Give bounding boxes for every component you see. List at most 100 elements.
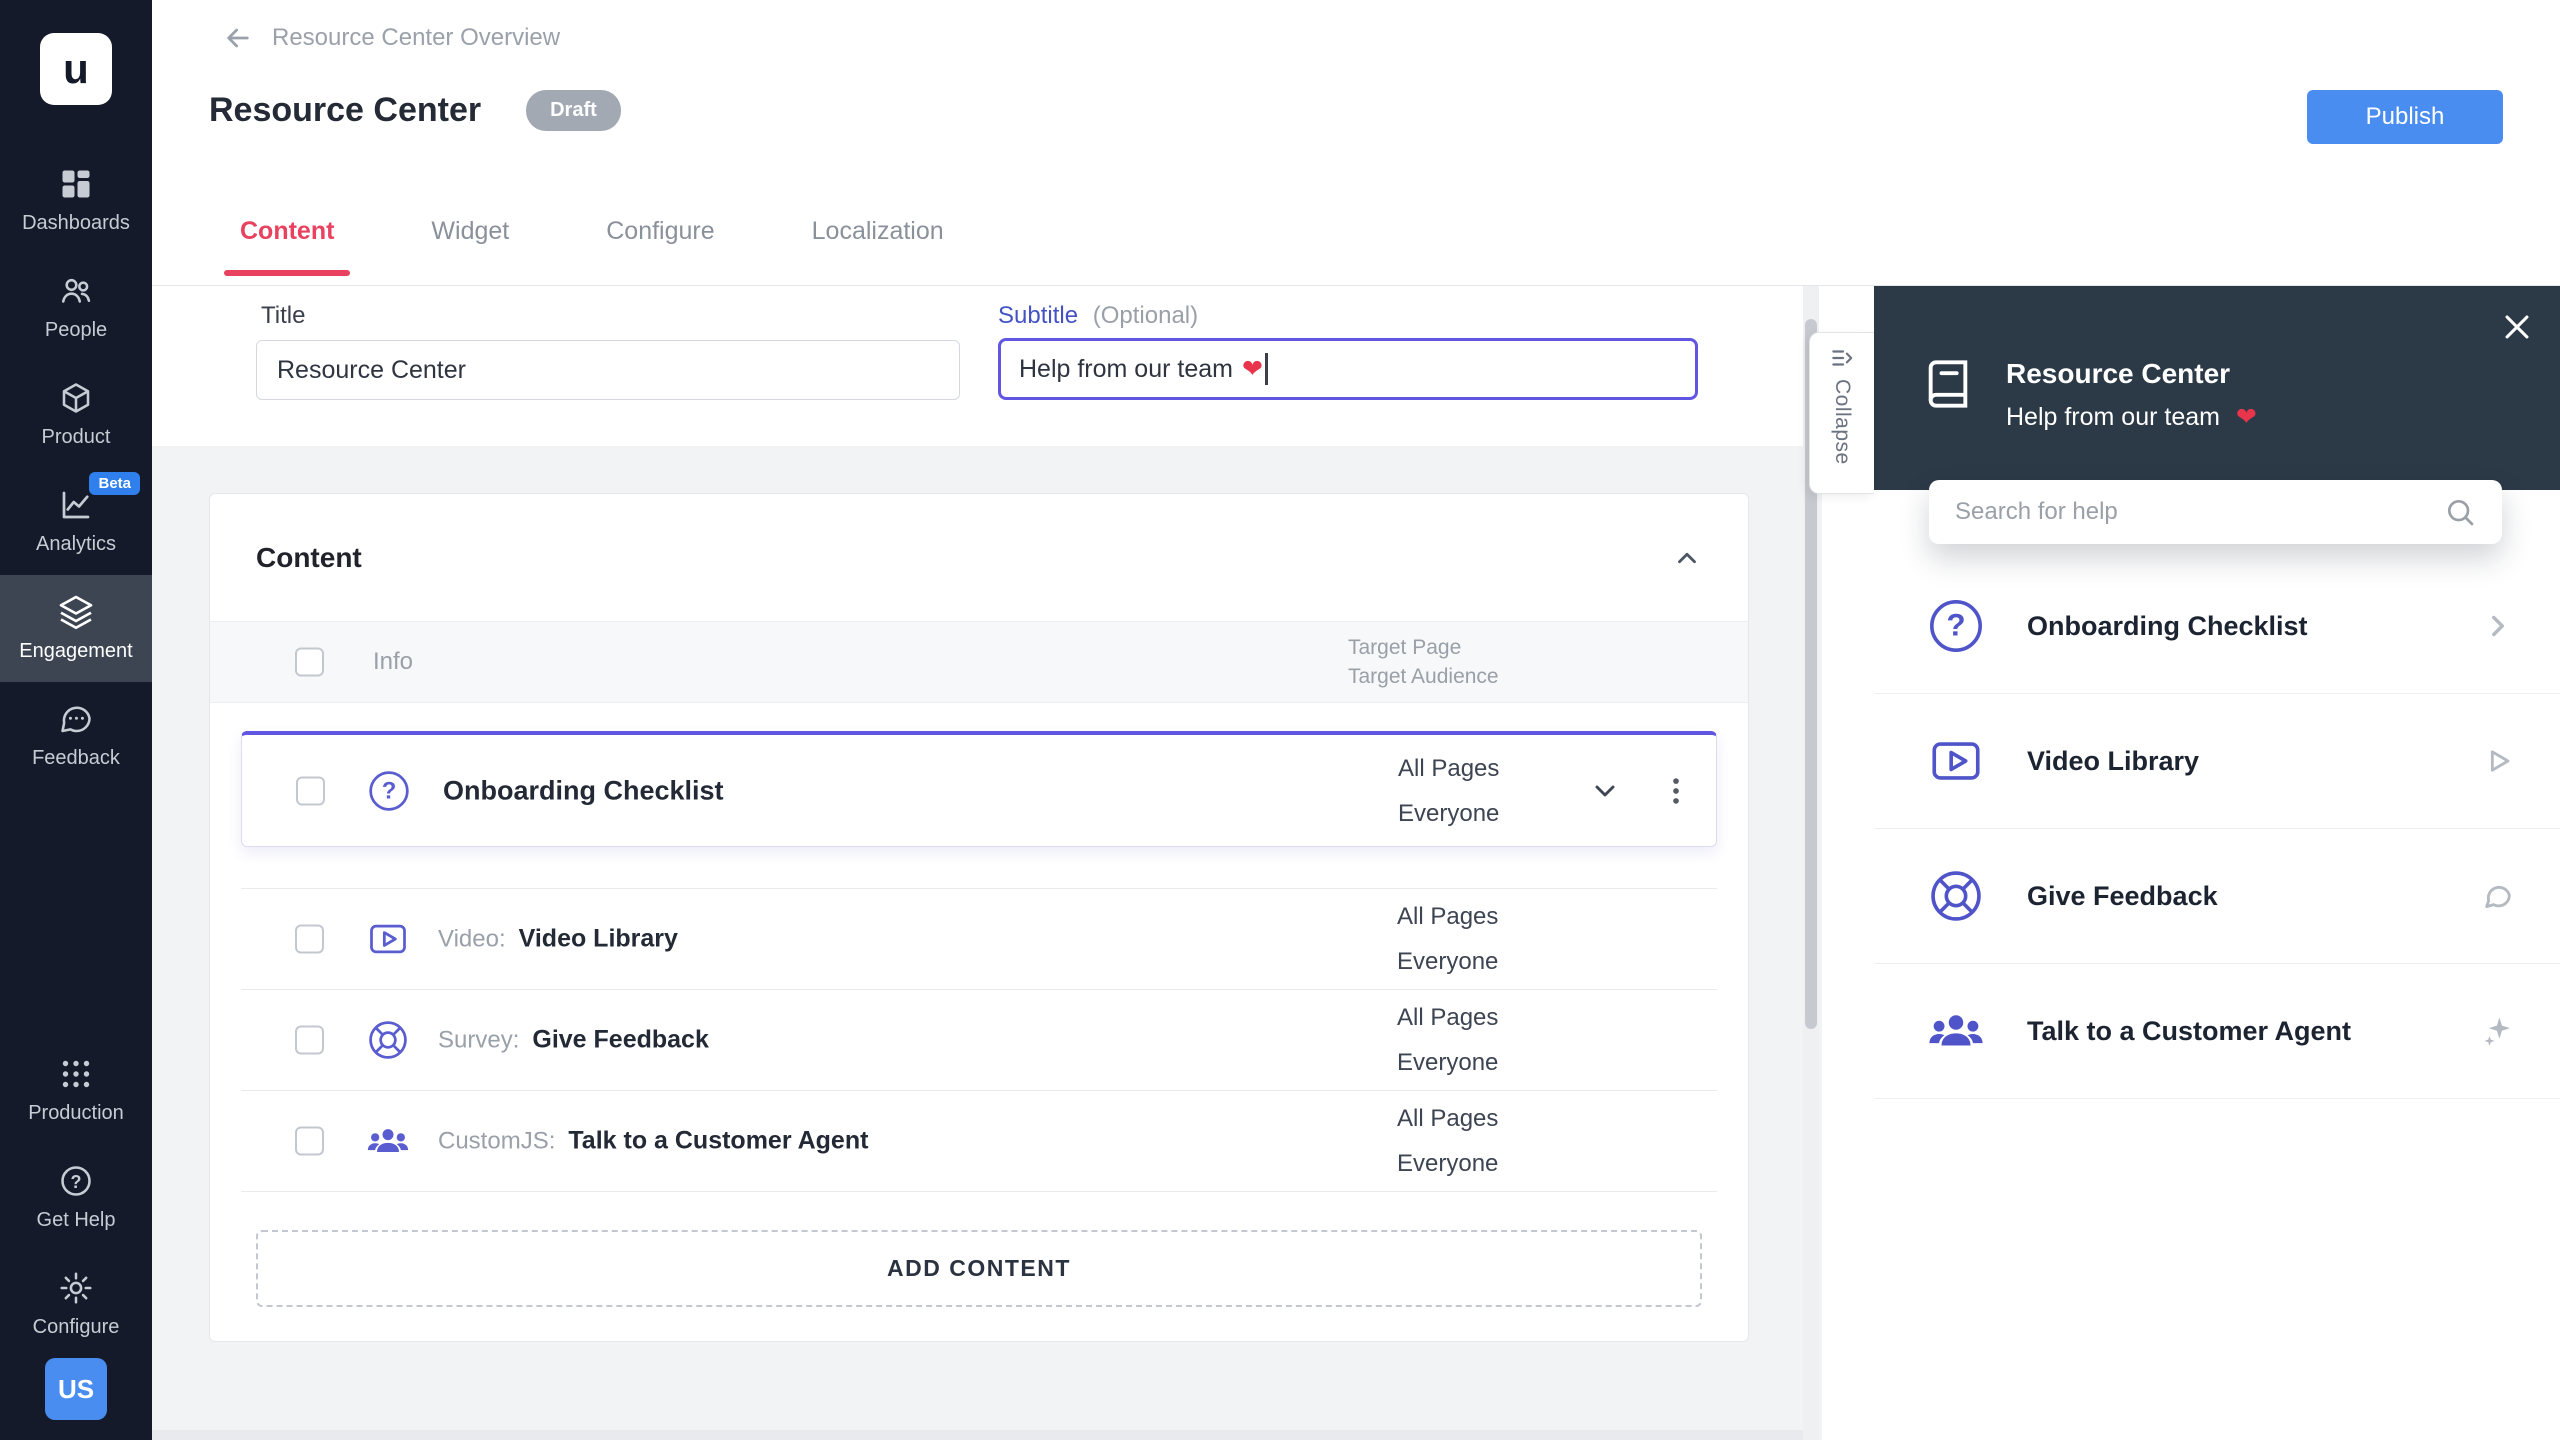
preview-subtitle: Help from our team ❤ <box>2006 402 2257 432</box>
title-input[interactable] <box>256 340 960 400</box>
main-content: Title Subtitle (Optional) Help from our … <box>152 286 1822 1440</box>
userpilot-logo[interactable]: u <box>40 33 112 105</box>
chevron-up-icon[interactable] <box>1672 543 1702 573</box>
play-icon <box>2481 744 2515 778</box>
chevron-down-icon[interactable] <box>1589 775 1621 807</box>
row-target-audience: Everyone <box>1397 1040 1498 1085</box>
column-header-target-page: Target Page <box>1348 633 1499 662</box>
sidebar-item-product[interactable]: Product <box>0 361 152 468</box>
sidebar-item-dashboards[interactable]: Dashboards <box>0 147 152 254</box>
row-target: All Pages Everyone <box>1397 995 1498 1085</box>
column-header-info: Info <box>373 648 413 676</box>
sidebar-item-label: People <box>45 319 107 342</box>
sidebar-item-label: Engagement <box>19 640 132 663</box>
back-arrow-icon[interactable] <box>222 22 254 54</box>
preview-item-video-library[interactable]: Video Library <box>1874 694 2560 829</box>
row-type-label: Survey: <box>438 1027 519 1055</box>
subtitle-optional-label: (Optional) <box>1093 302 1198 329</box>
row-name: Video Library <box>519 925 678 954</box>
close-icon[interactable] <box>2500 310 2534 344</box>
preview-title: Resource Center <box>2006 358 2257 390</box>
back-link[interactable]: Resource Center Overview <box>222 22 560 54</box>
publish-button[interactable]: Publish <box>2307 90 2503 144</box>
sidebar-item-label: Get Help <box>37 1209 116 1232</box>
sidebar-nav: Dashboards People Product Beta Analy <box>0 147 152 1358</box>
sidebar-item-label: Dashboards <box>22 212 130 235</box>
search-icon <box>2444 496 2476 528</box>
question-circle-icon: ? <box>1927 597 1985 655</box>
title-label: Title <box>261 302 305 330</box>
tab-bar: Content Widget Configure Localization <box>234 177 950 285</box>
layers-icon <box>58 594 94 630</box>
row-target: All Pages Everyone <box>1398 746 1499 836</box>
sidebar: u Dashboards People Product <box>0 0 152 1440</box>
video-icon <box>1927 732 1985 790</box>
chevron-right-icon <box>2481 609 2515 643</box>
sidebar-item-analytics[interactable]: Beta Analytics <box>0 468 152 575</box>
content-row-give-feedback[interactable]: Survey: Give Feedback All Pages Everyone <box>241 990 1717 1091</box>
dashboards-icon <box>58 166 94 202</box>
sidebar-item-label: Analytics <box>36 533 116 556</box>
sidebar-item-people[interactable]: People <box>0 254 152 361</box>
row-target: All Pages Everyone <box>1397 894 1498 984</box>
row-checkbox[interactable] <box>296 776 325 805</box>
lifebuoy-icon <box>1927 867 1985 925</box>
chat-dots-icon <box>58 701 94 737</box>
user-avatar[interactable]: US <box>45 1358 107 1420</box>
search-input[interactable] <box>1955 498 2444 526</box>
sidebar-item-get-help[interactable]: ? Get Help <box>0 1144 152 1251</box>
row-label: Survey: Give Feedback <box>438 1026 709 1055</box>
select-all-checkbox[interactable] <box>295 648 324 677</box>
back-link-label: Resource Center Overview <box>272 24 560 52</box>
tab-localization[interactable]: Localization <box>806 177 950 285</box>
video-icon <box>366 917 410 961</box>
subtitle-input[interactable]: Help from our team ❤ <box>998 338 1698 400</box>
sidebar-spacer <box>0 789 152 1037</box>
sidebar-item-engagement[interactable]: Engagement <box>0 575 152 682</box>
collapse-label: Collapse <box>1830 379 1854 465</box>
top-header: Resource Center Overview Resource Center… <box>152 0 2560 286</box>
preview-item-label: Give Feedback <box>2027 881 2481 912</box>
tab-configure[interactable]: Configure <box>600 177 720 285</box>
preview-titles: Resource Center Help from our team ❤ <box>2006 358 2257 432</box>
preview-item-label: Talk to a Customer Agent <box>2027 1016 2481 1047</box>
app-root: u Dashboards People Product <box>0 0 2560 1440</box>
row-name: Onboarding Checklist <box>443 775 724 806</box>
tab-content[interactable]: Content <box>234 177 340 285</box>
heart-emoji: ❤ <box>2236 403 2257 431</box>
content-rows: Video: Video Library All Pages Everyone … <box>241 888 1717 1192</box>
preview-item-customer-agent[interactable]: Talk to a Customer Agent <box>1874 964 2560 1099</box>
beta-badge: Beta <box>89 472 140 495</box>
row-checkbox[interactable] <box>295 1127 324 1156</box>
gear-icon <box>58 1270 94 1306</box>
subtitle-label-wrap: Subtitle (Optional) <box>998 302 1198 330</box>
preview-item-give-feedback[interactable]: Give Feedback <box>1874 829 2560 964</box>
horizontal-scrollbar[interactable] <box>152 1430 1803 1440</box>
preview-search-bar[interactable] <box>1929 480 2502 544</box>
add-content-button[interactable]: ADD CONTENT <box>256 1230 1702 1307</box>
tab-widget[interactable]: Widget <box>425 177 515 285</box>
column-header-target-audience: Target Audience <box>1348 662 1499 691</box>
row-target-audience: Everyone <box>1398 791 1499 836</box>
sidebar-item-feedback[interactable]: Feedback <box>0 682 152 789</box>
analytics-icon <box>58 487 94 523</box>
content-row-video-library[interactable]: Video: Video Library All Pages Everyone <box>241 889 1717 990</box>
lifebuoy-icon <box>366 1018 410 1062</box>
sidebar-item-production[interactable]: Production <box>0 1037 152 1144</box>
content-row-onboarding-checklist[interactable]: ? Onboarding Checklist All Pages Everyon… <box>241 731 1717 847</box>
row-label: CustomJS: Talk to a Customer Agent <box>438 1127 868 1156</box>
row-checkbox[interactable] <box>295 1026 324 1055</box>
status-badge: Draft <box>526 90 621 131</box>
kebab-menu-icon[interactable] <box>1659 774 1693 808</box>
content-row-customer-agent[interactable]: CustomJS: Talk to a Customer Agent All P… <box>241 1091 1717 1192</box>
preview-item-label: Video Library <box>2027 746 2481 777</box>
preview-item-onboarding-checklist[interactable]: ? Onboarding Checklist <box>1874 559 2560 694</box>
row-label: Video: Video Library <box>438 925 678 954</box>
row-type-label: Video: <box>438 926 506 954</box>
preview-subtitle-text: Help from our team <box>2006 403 2220 431</box>
sidebar-item-label: Product <box>42 426 111 449</box>
heart-emoji: ❤ <box>1242 354 1263 384</box>
sidebar-item-configure[interactable]: Configure <box>0 1251 152 1358</box>
row-checkbox[interactable] <box>295 925 324 954</box>
collapse-panel-button[interactable]: Collapse <box>1809 332 1874 494</box>
